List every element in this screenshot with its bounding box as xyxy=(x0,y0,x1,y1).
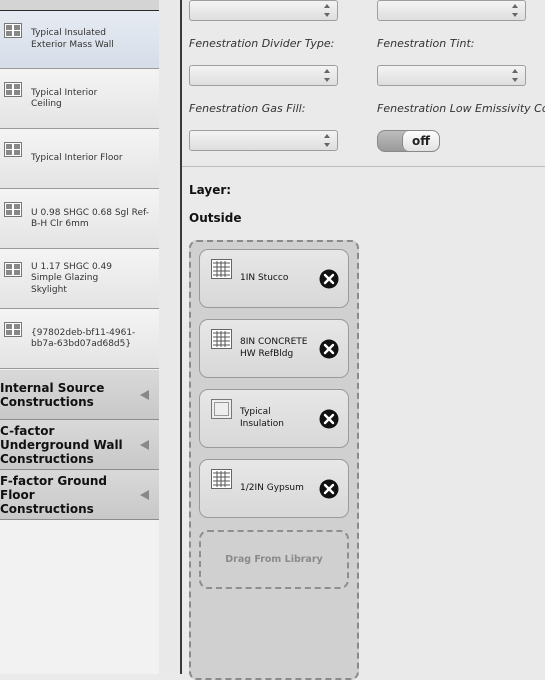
outside-heading: Outside xyxy=(189,211,242,225)
library-item-guid[interactable]: {97802deb-bf11-4961- bb7a-63bd07ad68d5} xyxy=(0,310,159,369)
library-item-label: U 1.17 SHGC 0.49 Simple Glazing Skylight xyxy=(31,261,112,295)
construction-icon xyxy=(4,262,22,277)
drag-from-library-dropzone[interactable]: Drag From Library xyxy=(199,530,349,589)
category-label: Internal Source Constructions xyxy=(0,380,105,409)
construction-icon xyxy=(4,142,22,157)
construction-icon xyxy=(4,322,22,337)
top-left-dropdown[interactable] xyxy=(189,0,338,21)
layer-heading: Layer: xyxy=(189,183,232,197)
low-emissivity-toggle[interactable]: off xyxy=(377,130,440,152)
layer-item-stucco[interactable]: 1IN Stucco xyxy=(199,249,349,308)
layer-item-gypsum[interactable]: 1/2IN Gypsum xyxy=(199,459,349,518)
sidebar-gutter xyxy=(159,0,181,674)
divider-type-label: Fenestration Divider Type: xyxy=(189,37,335,50)
category-internal-source-constructions[interactable]: Internal Source Constructions xyxy=(0,370,159,420)
remove-layer-icon[interactable] xyxy=(319,269,339,289)
spin-arrows-icon xyxy=(324,4,331,17)
collapse-arrow-icon[interactable] xyxy=(140,389,149,400)
tint-label: Fenestration Tint: xyxy=(377,37,475,50)
toggle-state: off xyxy=(402,131,439,151)
category-label: F-factor Ground Floor Constructions xyxy=(0,473,108,516)
layer-label: 1IN Stucco xyxy=(240,272,289,283)
library-item-label: U 0.98 SHGC 0.68 Sgl Ref- B-H Clr 6mm xyxy=(31,207,149,230)
library-item-label: {97802deb-bf11-4961- bb7a-63bd07ad68d5} xyxy=(31,327,136,350)
layer-label: Typical Insulation xyxy=(240,407,285,429)
collapse-arrow-icon[interactable] xyxy=(140,439,149,450)
low-emissivity-label: Fenestration Low Emissivity Co xyxy=(377,102,545,115)
construction-icon xyxy=(4,23,22,38)
material-icon xyxy=(211,259,232,279)
construction-icon xyxy=(4,202,22,217)
spin-arrows-icon xyxy=(512,4,519,17)
material-icon xyxy=(211,469,232,489)
construction-icon xyxy=(4,82,22,97)
library-item-insulated-exterior-mass-wall[interactable]: Typical Insulated Exterior Mass Wall xyxy=(0,10,159,69)
category-f-factor-ground-floor[interactable]: F-factor Ground Floor Constructions xyxy=(0,470,159,520)
library-item-label: Typical Insulated Exterior Mass Wall xyxy=(31,28,114,50)
layer-item-concrete[interactable]: 8IN CONCRETE HW RefBldg xyxy=(199,319,349,378)
tint-dropdown[interactable] xyxy=(377,65,526,86)
library-item-interior-floor[interactable]: Typical Interior Floor xyxy=(0,130,159,189)
spin-arrows-icon xyxy=(324,69,331,82)
top-right-dropdown[interactable] xyxy=(377,0,526,21)
gas-fill-dropdown[interactable] xyxy=(189,130,338,151)
library-item-glazing-6mm[interactable]: U 0.98 SHGC 0.68 Sgl Ref- B-H Clr 6mm xyxy=(0,190,159,249)
library-item-label: Typical Interior Floor xyxy=(31,153,123,164)
layer-label: 8IN CONCRETE HW RefBldg xyxy=(240,337,308,359)
category-label: C-factor Underground Wall Constructions xyxy=(0,423,123,466)
layer-label: 1/2IN Gypsum xyxy=(240,482,304,493)
gas-fill-label: Fenestration Gas Fill: xyxy=(189,102,306,115)
layer-item-insulation[interactable]: Typical Insulation xyxy=(199,389,349,448)
category-c-factor-underground-wall[interactable]: C-factor Underground Wall Constructions xyxy=(0,420,159,470)
material-icon xyxy=(211,329,232,349)
remove-layer-icon[interactable] xyxy=(319,339,339,359)
library-item-label: Typical Interior Ceiling xyxy=(31,87,98,110)
remove-layer-icon[interactable] xyxy=(319,479,339,499)
spin-arrows-icon xyxy=(324,134,331,147)
library-item-skylight[interactable]: U 1.17 SHGC 0.49 Simple Glazing Skylight xyxy=(0,250,159,309)
remove-layer-icon[interactable] xyxy=(319,409,339,429)
collapse-arrow-icon[interactable] xyxy=(140,489,149,500)
spin-arrows-icon xyxy=(512,69,519,82)
sidebar-top-band xyxy=(0,0,159,10)
section-divider xyxy=(182,166,545,167)
insulation-material-icon xyxy=(211,399,232,419)
divider-type-dropdown[interactable] xyxy=(189,65,338,86)
library-sidebar: Typical Insulated Exterior Mass Wall Typ… xyxy=(0,0,159,674)
panel-divider xyxy=(180,0,182,674)
library-item-interior-ceiling[interactable]: Typical Interior Ceiling xyxy=(0,70,159,129)
